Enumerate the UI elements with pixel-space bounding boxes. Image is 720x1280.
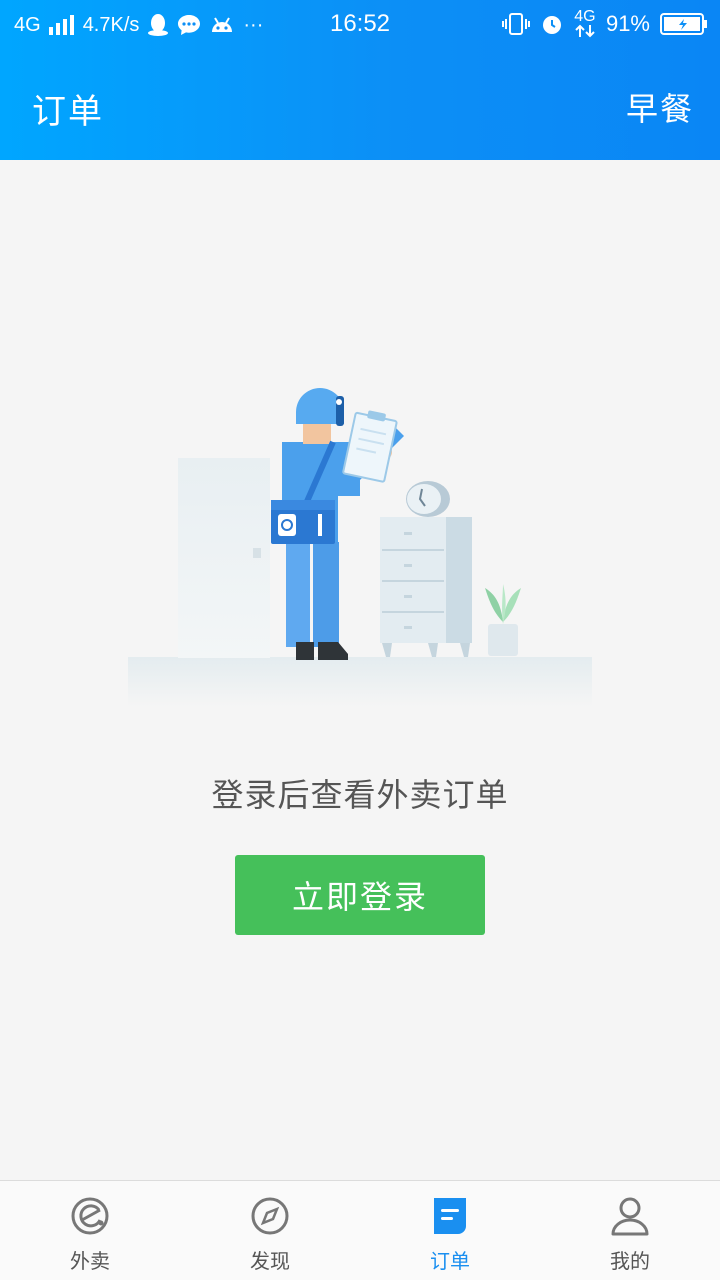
alarm-icon (540, 12, 564, 36)
battery-percent: 91% (605, 11, 650, 36)
tab-profile-label: 我的 (610, 1249, 650, 1273)
breakfast-link[interactable]: 早餐 (626, 84, 694, 130)
cabinet (380, 517, 472, 657)
eleme-logo-icon (71, 1197, 109, 1235)
data-transfer-icon: 4G (574, 8, 596, 38)
title-bar: 订单 早餐 (0, 52, 720, 160)
clock-illustration (406, 481, 450, 517)
tab-takeout-label: 外卖 (70, 1249, 110, 1273)
tab-discover-label: 发现 (250, 1249, 290, 1273)
tab-orders-label: 订单 (430, 1249, 470, 1273)
order-document-icon (434, 1198, 466, 1234)
page-title: 订单 (32, 92, 104, 132)
network-type-right: 4G (574, 8, 596, 25)
app-header: 4G 4.7K/s ··· 16:52 4G 91% 订单 早餐 (0, 0, 720, 160)
status-right: 4G 91% (501, 6, 708, 42)
status-bar: 4G 4.7K/s ··· 16:52 4G 91% (0, 0, 720, 52)
battery-icon (660, 12, 708, 36)
delivery-person-illustration (128, 388, 592, 707)
tab-profile[interactable]: 我的 (540, 1181, 720, 1280)
bottom-tab-bar: 外卖 发现 订单 我的 (0, 1180, 720, 1280)
login-button[interactable]: 立即登录 (235, 855, 485, 935)
plant-illustration (485, 584, 521, 656)
floor (128, 657, 592, 707)
tab-takeout[interactable]: 外卖 (0, 1181, 180, 1280)
tab-orders[interactable]: 订单 (360, 1181, 540, 1280)
tab-discover[interactable]: 发现 (180, 1181, 360, 1280)
compass-icon (251, 1197, 289, 1235)
door-handle (253, 548, 261, 558)
user-icon (611, 1197, 649, 1236)
empty-state-message: 登录后查看外卖订单 (211, 776, 509, 814)
vibrate-icon (501, 12, 530, 36)
